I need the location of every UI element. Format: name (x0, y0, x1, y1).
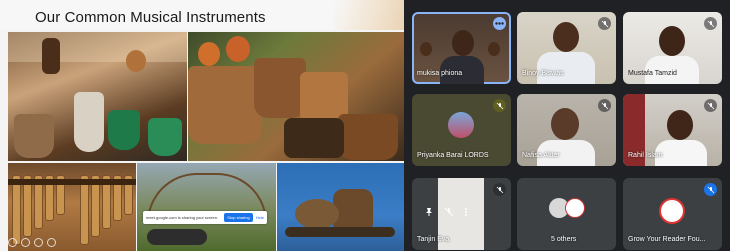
more-options-icon[interactable] (464, 204, 468, 222)
share-banner-text: meet.google.com is sharing your screen. (146, 215, 219, 220)
pin-icon[interactable] (424, 204, 434, 222)
participant-name: Grow Your Reader Fou... (628, 236, 706, 243)
participant-grid: mukisa phiona Binoy Biswas Mustafa Tamzi… (404, 0, 730, 251)
photo-shaker-gourd (277, 163, 404, 251)
participant-tile-grow-your-reader[interactable]: Grow Your Reader Fou... (623, 178, 722, 250)
mic-off-icon (704, 17, 717, 30)
mic-off-icon (704, 99, 717, 112)
avatar (448, 112, 474, 138)
mic-off-icon (598, 99, 611, 112)
participant-tile-mustafa-tamzid[interactable]: Mustafa Tamzid (623, 12, 722, 84)
participant-name: Rahil Islam (628, 152, 663, 159)
mic-off-icon (493, 183, 506, 196)
photo-large-drums (188, 32, 404, 161)
hide-banner-button[interactable]: Hide (256, 215, 264, 220)
tile-hover-controls (424, 204, 468, 222)
participant-tile-binoy-biswas[interactable]: Binoy Biswas (517, 12, 616, 84)
participant-name: Tanjin Eva (417, 236, 450, 243)
next-slide-icon[interactable] (21, 238, 30, 247)
slide-title: Our Common Musical Instruments (35, 9, 266, 26)
participant-tile-others[interactable]: 5 others (517, 178, 616, 250)
avatar (565, 198, 585, 218)
participant-tile-priyanka-barai[interactable]: Priyanka Barai LORDS (412, 94, 511, 166)
screen-share-banner: meet.google.com is sharing your screen. … (143, 211, 267, 224)
stop-sharing-button[interactable]: Stop sharing (224, 213, 253, 222)
participant-name: Mustafa Tamzid (628, 70, 677, 77)
photo-drums-collection (8, 32, 187, 161)
mute-participant-icon[interactable] (444, 204, 454, 222)
participant-tile-rahil-islam[interactable]: Rahil Islam (623, 94, 722, 166)
mic-off-icon (704, 183, 717, 196)
shared-screen-slide: Our Common Musical Instruments meet.goog… (0, 0, 404, 251)
others-count: 5 others (551, 236, 577, 243)
mic-off-icon (598, 17, 611, 30)
participant-name: Priyanka Barai LORDS (417, 152, 489, 159)
slide-toolbar (8, 238, 56, 247)
mic-off-icon (493, 99, 506, 112)
participant-tile-tanjin-eva[interactable]: Tanjin Eva (412, 178, 511, 250)
organization-logo (659, 198, 685, 224)
previous-slide-icon[interactable] (8, 238, 17, 247)
more-options-icon[interactable] (493, 17, 506, 30)
participant-name: Binoy Biswas (522, 70, 564, 77)
participant-name: mukisa phiona (417, 70, 463, 77)
zoom-icon[interactable] (47, 238, 56, 247)
participant-tile-nafisa-akter[interactable]: Nafisa Akter (517, 94, 616, 166)
pen-tool-icon[interactable] (34, 238, 43, 247)
photo-harp-instrument (137, 163, 276, 251)
participant-tile-mukisa-phiona[interactable]: mukisa phiona (412, 12, 511, 84)
participant-name: Nafisa Akter (522, 152, 560, 159)
